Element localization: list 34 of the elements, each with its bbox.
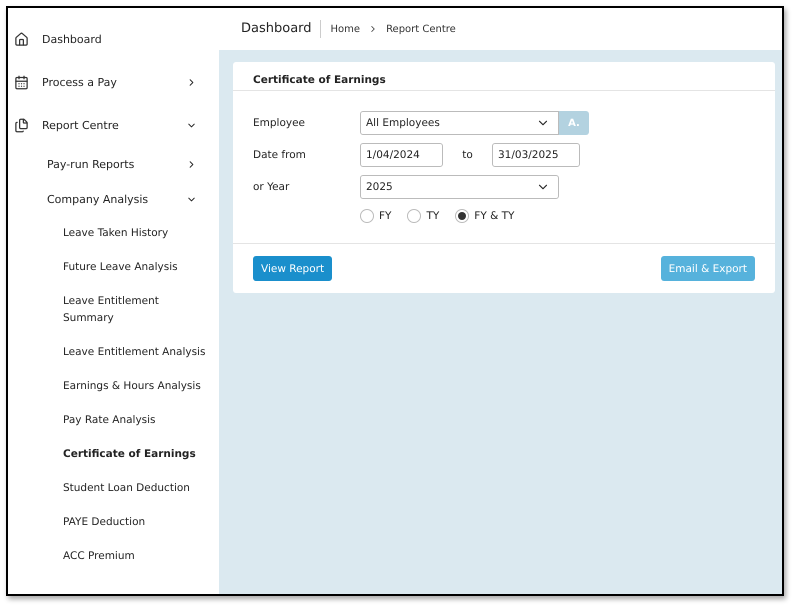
breadcrumb-link[interactable]: Home [330, 24, 360, 34]
period-radio[interactable]: FY & TY [455, 209, 514, 223]
view-report-button[interactable]: View Report [253, 256, 332, 281]
period-radio[interactable]: TY [407, 209, 440, 223]
card-title: Certificate of Earnings [233, 62, 775, 91]
sidebar-subitem[interactable]: Pay-run Reports [8, 147, 219, 182]
employee-select[interactable]: All Employees [360, 111, 559, 135]
report-link[interactable]: Future Leave Analysis [8, 251, 219, 285]
page-title: Dashboard [241, 20, 321, 38]
report-link[interactable]: ACC Premium [8, 540, 219, 574]
date-to-field[interactable]: 31/03/2025 [492, 143, 580, 167]
report-link[interactable]: Leave Entitlement Summary [8, 285, 219, 336]
sidebar-item[interactable]: Dashboard [8, 18, 219, 61]
report-link[interactable]: Earnings & Hours Analysis [8, 370, 219, 404]
report-link[interactable]: Student Loan Deduction [8, 472, 219, 506]
period-radio[interactable]: FY [360, 209, 392, 223]
report-link[interactable]: Certificate of Earnings [8, 438, 219, 472]
sidebar-item[interactable]: Process a Pay [8, 61, 219, 104]
year-select[interactable]: 2025 [360, 175, 559, 199]
field-label: to [461, 149, 474, 161]
breadcrumb-link[interactable]: Report Centre [386, 24, 456, 34]
report-link[interactable]: PAYE Deduction [8, 506, 219, 540]
sidebar-item[interactable]: Report Centre [8, 104, 219, 147]
report-link[interactable]: Pay Rate Analysis [8, 404, 219, 438]
calendar-icon [14, 75, 29, 90]
documents-icon [14, 118, 29, 133]
field-label: Employee [253, 116, 306, 129]
date-from-field[interactable]: 1/04/2024 [360, 143, 443, 167]
field-label: or Year [253, 180, 290, 193]
report-link[interactable]: Leave Taken History [8, 217, 219, 251]
sidebar-subitem[interactable]: Company Analysis [8, 182, 219, 217]
field-label: Date from [253, 148, 307, 161]
home-icon [14, 32, 29, 47]
report-link[interactable]: Leave Entitlement Analysis [8, 336, 219, 370]
